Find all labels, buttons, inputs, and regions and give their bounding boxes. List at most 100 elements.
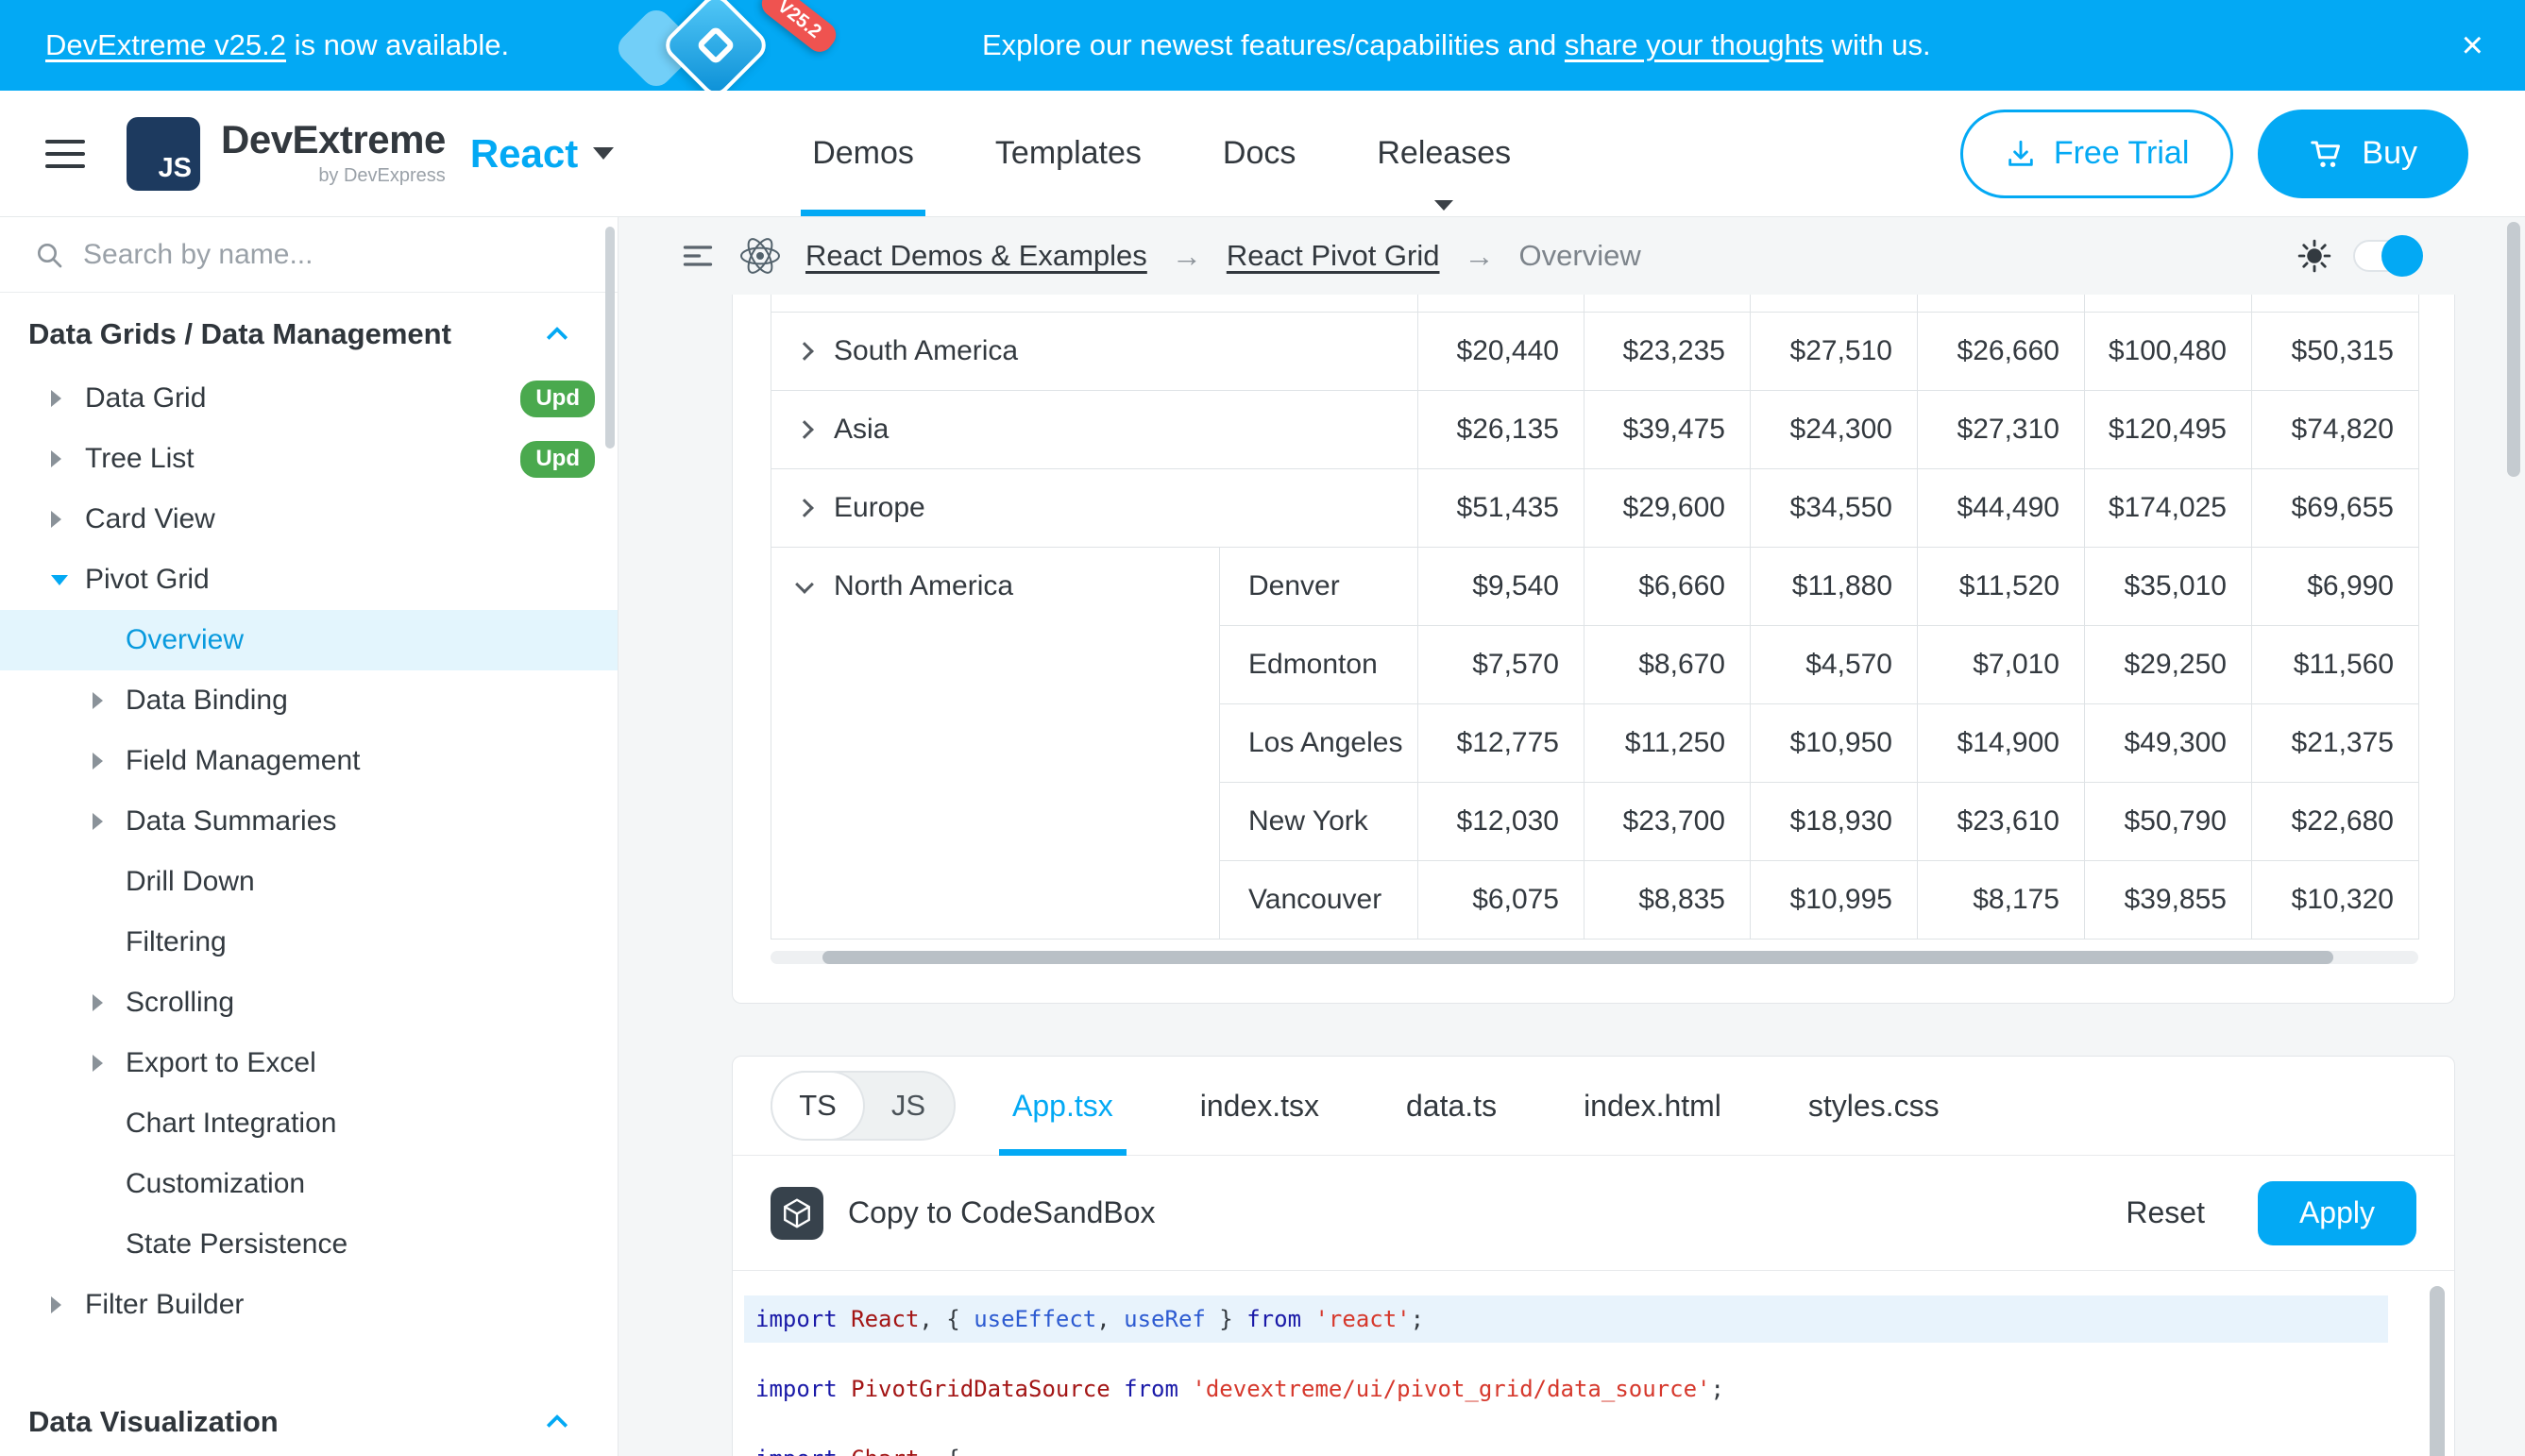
buy-button[interactable]: Buy	[2258, 110, 2468, 198]
expand-arrow-icon[interactable]	[51, 390, 61, 407]
devextreme-js-logo[interactable]: JS	[127, 117, 200, 191]
search-input[interactable]	[83, 239, 527, 271]
codesandbox-icon[interactable]	[771, 1187, 823, 1240]
search-icon	[34, 240, 64, 270]
expand-row-icon[interactable]	[795, 420, 814, 439]
sidebar-item-customization[interactable]: Customization	[0, 1154, 618, 1214]
code-token: Chart	[851, 1446, 919, 1456]
pivot-value-cell: $27,310	[1918, 390, 2085, 468]
pivot-horizontal-scrollbar	[771, 951, 2418, 964]
nav-item-docs[interactable]: Docs	[1223, 91, 1296, 216]
chevron-down-icon	[1434, 200, 1453, 211]
code-editor[interactable]: import React, { useEffect, useRef } from…	[733, 1271, 2454, 1456]
sidebar-item-label: Chart Integration	[126, 1108, 336, 1140]
pivot-value-cell: $29,250	[2085, 625, 2252, 703]
sidebar-item-filtering[interactable]: Filtering	[0, 912, 618, 973]
nav-item-demos[interactable]: Demos	[812, 91, 914, 216]
collapse-section-icon[interactable]	[547, 327, 568, 348]
section-title: Data Visualization	[28, 1405, 279, 1439]
pivot-value-cell: $26,660	[1918, 312, 2085, 390]
pivot-value-cell: $74,820	[2252, 390, 2419, 468]
code-token: useRef	[1124, 1306, 1206, 1332]
sidebar-item-field-management[interactable]: Field Management	[0, 731, 618, 791]
code-tab-data-ts[interactable]: data.ts	[1406, 1057, 1497, 1156]
collapse-row-icon[interactable]	[795, 575, 814, 594]
code-tab-index-html[interactable]: index.html	[1584, 1057, 1721, 1156]
breadcrumb-link-demos[interactable]: React Demos & Examples	[805, 239, 1147, 273]
code-tab-styles-css[interactable]: styles.css	[1808, 1057, 1940, 1156]
pivot-horizontal-scrollbar-thumb[interactable]	[822, 951, 2333, 964]
brand-block[interactable]: DevExtreme by DevExpress	[221, 120, 446, 187]
page-scrollbar-thumb[interactable]	[2507, 222, 2520, 477]
code-tab-app-tsx[interactable]: App.tsx	[1012, 1057, 1113, 1156]
pivot-value-cell: $22,680	[2252, 782, 2419, 860]
expand-arrow-icon[interactable]	[93, 994, 103, 1011]
pivot-value-cell: $39,475	[1584, 390, 1751, 468]
framework-selector[interactable]: React	[470, 134, 614, 174]
expand-row-icon[interactable]	[795, 499, 814, 517]
sidebar-item-export-to-excel[interactable]: Export to Excel	[0, 1033, 618, 1093]
language-toggle[interactable]: TSJS	[771, 1071, 956, 1141]
expand-arrow-icon[interactable]	[93, 813, 103, 830]
sidebar-item-overview[interactable]: Overview	[0, 610, 618, 670]
sidebar-section-data-grids[interactable]: Data Grids / Data Management	[0, 300, 618, 368]
expand-row-icon[interactable]	[795, 342, 814, 361]
sidebar-item-state-persistence[interactable]: State Persistence	[0, 1214, 618, 1275]
copy-to-codesandbox-button[interactable]: Copy to CodeSandBox	[848, 1195, 1156, 1230]
sidebar-item-tree-list[interactable]: Tree ListUpd	[0, 429, 618, 489]
pivot-region-cell[interactable]: North America	[771, 547, 1220, 939]
banner-close-icon[interactable]: ×	[2462, 26, 2483, 64]
sidebar-item-drill-down[interactable]: Drill Down	[0, 852, 618, 912]
pivot-value-cell: $10,995	[1751, 860, 1918, 939]
nav-item-templates[interactable]: Templates	[995, 91, 1142, 216]
lang-toggle-ts[interactable]: TS	[772, 1073, 863, 1139]
code-scrollbar-thumb[interactable]	[2430, 1286, 2445, 1456]
sidebar-item-scrolling[interactable]: Scrolling	[0, 973, 618, 1033]
sidebar-item-data-grid[interactable]: Data GridUpd	[0, 368, 618, 429]
brand-subtitle: by DevExpress	[318, 165, 446, 187]
pivot-value-cell: $11,880	[1751, 547, 1918, 625]
sidebar-item-data-binding[interactable]: Data Binding	[0, 670, 618, 731]
expand-arrow-icon[interactable]	[51, 511, 61, 528]
pivot-region-cell[interactable]: South America	[771, 312, 1418, 390]
download-icon	[2005, 138, 2037, 170]
devextreme-version-logo: V25.2	[585, 0, 907, 91]
logo-js-label: JS	[159, 153, 192, 184]
sidebar-scrollbar[interactable]	[605, 227, 615, 449]
sidebar-item-data-summaries[interactable]: Data Summaries	[0, 791, 618, 852]
free-trial-button[interactable]: Free Trial	[1960, 110, 2234, 198]
expand-arrow-icon[interactable]	[93, 692, 103, 709]
collapse-section-icon[interactable]	[547, 1414, 568, 1436]
code-token: , {	[919, 1306, 974, 1332]
code-token: import	[755, 1446, 838, 1456]
sidebar-item-pivot-grid[interactable]: Pivot Grid	[0, 550, 618, 610]
reset-button[interactable]: Reset	[2126, 1195, 2205, 1230]
sidebar-item-card-view[interactable]: Card View	[0, 489, 618, 550]
expand-arrow-icon[interactable]	[93, 1055, 103, 1072]
theme-toggle-thumb[interactable]	[2381, 235, 2423, 277]
expand-arrow-icon[interactable]	[93, 753, 103, 770]
menu-icon[interactable]	[45, 131, 85, 177]
lang-toggle-js[interactable]: JS	[863, 1073, 954, 1139]
theme-toggle[interactable]	[2353, 240, 2421, 272]
pivot-region-cell[interactable]: Asia	[771, 390, 1418, 468]
nav-item-releases[interactable]: Releases	[1377, 91, 1511, 216]
sidebar-item-label: Overview	[126, 624, 244, 656]
sidebar-item-filter-builder[interactable]: Filter Builder	[0, 1275, 618, 1335]
share-your-thoughts-link[interactable]: share your thoughts	[1565, 28, 1823, 61]
brand-name: DevExtreme	[221, 120, 446, 160]
demo-sidebar: Data Grids / Data Management Data GridUp…	[0, 217, 619, 1456]
options-icon[interactable]	[681, 239, 715, 273]
expand-arrow-icon[interactable]	[51, 450, 61, 467]
react-icon	[739, 235, 781, 277]
expand-arrow-icon[interactable]	[51, 1296, 61, 1313]
apply-button[interactable]: Apply	[2258, 1181, 2416, 1245]
sidebar-item-chart-integration[interactable]: Chart Integration	[0, 1093, 618, 1154]
code-tab-index-tsx[interactable]: index.tsx	[1200, 1057, 1319, 1156]
banner-message: Explore our newest features/capabilities…	[982, 28, 1931, 62]
collapse-arrow-icon[interactable]	[51, 575, 68, 585]
breadcrumb-link-pivot-grid[interactable]: React Pivot Grid	[1227, 239, 1440, 273]
banner-version-link[interactable]: DevExtreme v25.2	[45, 28, 286, 61]
sidebar-section-data-visualization[interactable]: Data Visualization	[0, 1388, 618, 1456]
pivot-region-cell[interactable]: Europe	[771, 468, 1418, 547]
